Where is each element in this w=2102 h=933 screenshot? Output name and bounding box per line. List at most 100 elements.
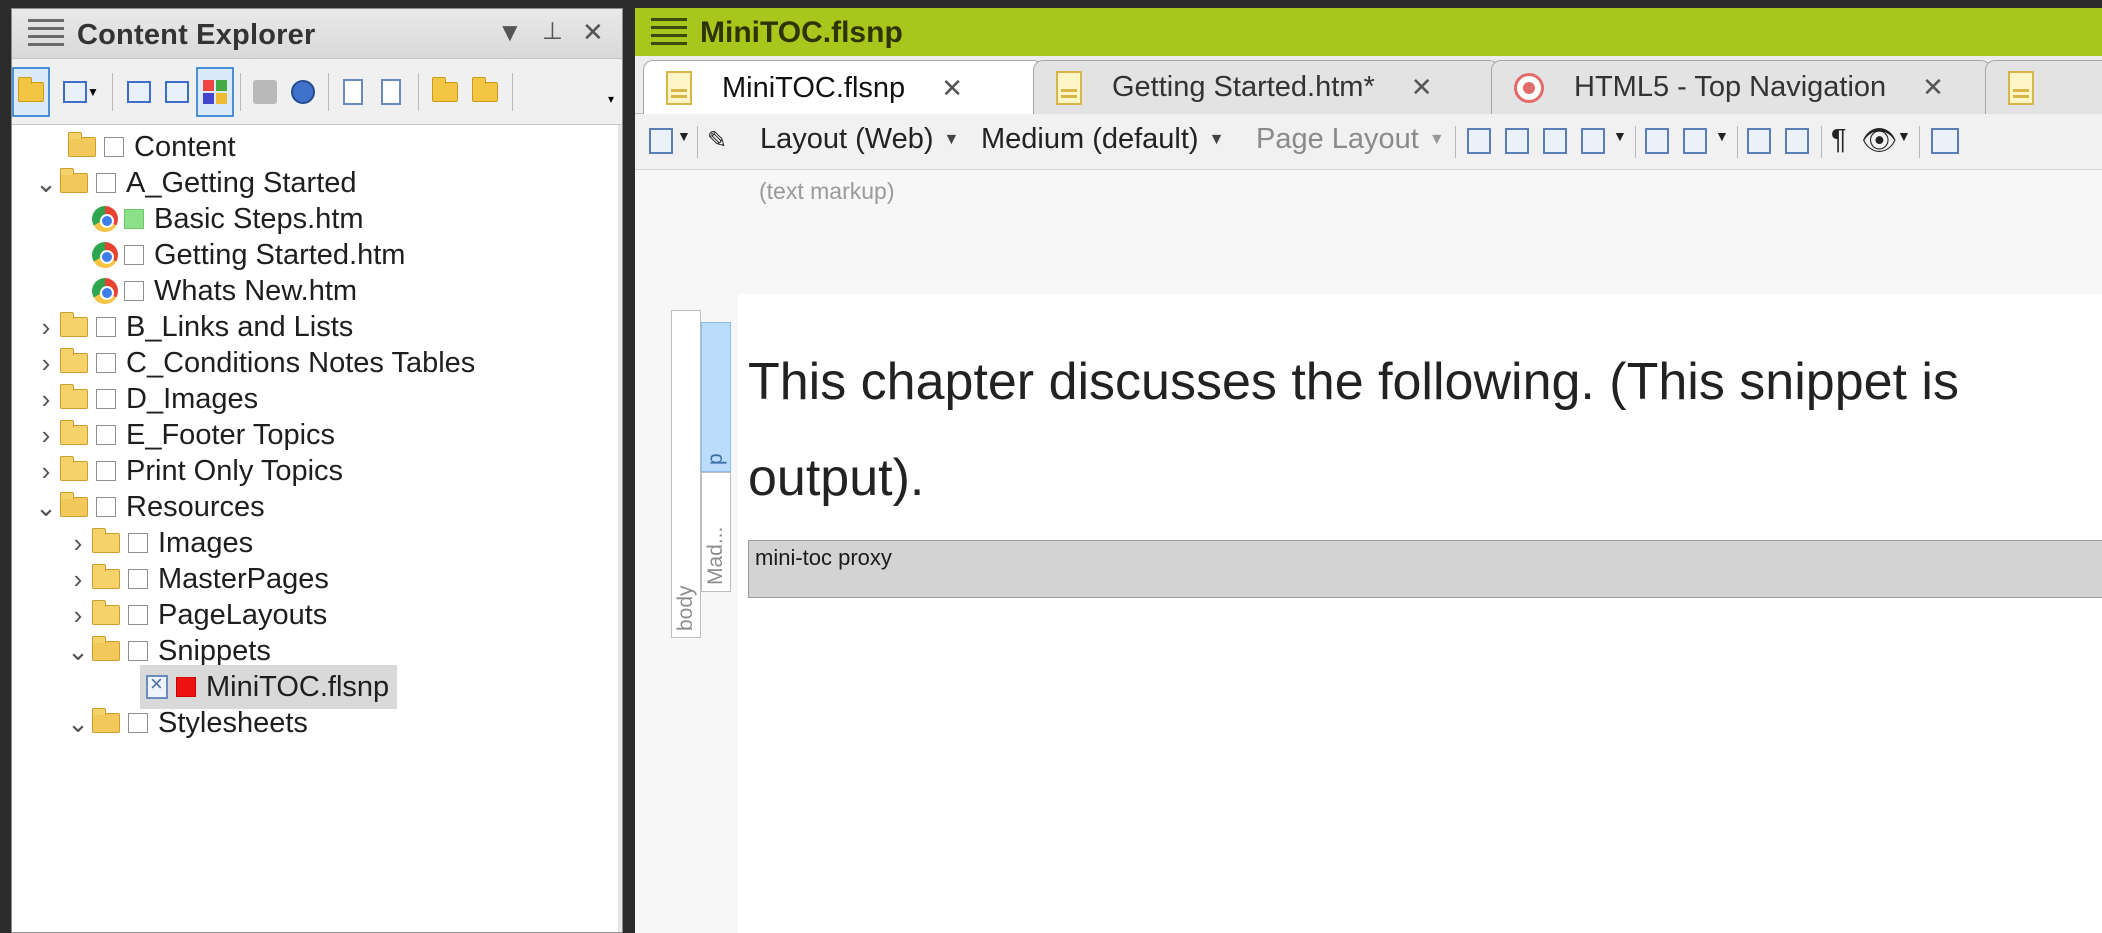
status-indicator — [124, 209, 144, 229]
close-icon[interactable]: ✕ — [1411, 72, 1433, 103]
eye-icon[interactable]: 👁 — [1861, 124, 1898, 158]
condition-icon[interactable] — [1785, 128, 1809, 154]
checkbox[interactable] — [96, 461, 116, 481]
document-panel: MiniTOC.flsnp MiniTOC.flsnp ✕ Getting St… — [635, 8, 2102, 933]
checkbox[interactable] — [128, 641, 148, 661]
tree-item-label: A_Getting Started — [126, 166, 357, 199]
chevron-right-icon[interactable]: › — [32, 312, 60, 343]
tiles-button[interactable] — [196, 67, 234, 117]
folder-icon — [60, 348, 88, 373]
checkbox[interactable] — [104, 137, 124, 157]
mini-toc-proxy[interactable]: mini-toc proxy — [748, 540, 2102, 598]
add-icon — [127, 81, 151, 103]
page-layout-label: Page Layout — [1256, 123, 1419, 155]
view-dropdown[interactable]: ▼ — [1897, 128, 1911, 144]
sync-button[interactable] — [284, 67, 322, 117]
paragraph[interactable]: This chapter discusses the following. (T… — [748, 334, 2102, 526]
checkbox[interactable] — [96, 497, 116, 517]
checkbox[interactable] — [96, 317, 116, 337]
medium-dropdown[interactable]: Medium (default) ▼ — [981, 123, 1224, 156]
checkbox[interactable] — [124, 245, 144, 265]
font-dropdown[interactable]: ▼ — [1715, 128, 1729, 144]
chevron-right-icon[interactable]: › — [64, 600, 92, 631]
checkbox[interactable] — [96, 173, 116, 193]
chevron-right-icon[interactable]: › — [32, 456, 60, 487]
tab-minitoc[interactable]: MiniTOC.flsnp ✕ — [643, 60, 1043, 115]
chrome-icon — [92, 242, 118, 268]
checkbox[interactable] — [96, 389, 116, 409]
zoom-icon[interactable] — [649, 128, 673, 154]
pin-icon[interactable]: ⊥ — [542, 17, 563, 46]
panel-dropdown-icon[interactable]: ▼ — [497, 17, 523, 48]
chevron-down-icon[interactable]: ⌄ — [32, 492, 60, 523]
copy-icon — [165, 81, 189, 103]
tree-item-label: Getting Started.htm — [154, 238, 406, 271]
image-icon[interactable] — [1543, 128, 1567, 154]
checkbox[interactable] — [96, 353, 116, 373]
new-folder-button[interactable] — [426, 67, 464, 117]
font-icon[interactable] — [1683, 128, 1707, 154]
chevron-right-icon[interactable]: › — [64, 528, 92, 559]
variable-icon[interactable] — [1747, 128, 1771, 154]
open-button[interactable] — [334, 67, 372, 117]
document-page[interactable]: This chapter discusses the following. (T… — [738, 294, 2102, 933]
editor-canvas[interactable]: (text markup) html body p Mad... This ch… — [635, 170, 2102, 933]
panel-grip-icon[interactable] — [28, 19, 64, 47]
text-icon[interactable] — [1645, 128, 1669, 154]
page-layout-dropdown[interactable]: Page Layout ▼ — [1256, 123, 1445, 156]
insert-icon[interactable] — [1467, 128, 1491, 154]
checkbox[interactable] — [124, 281, 144, 301]
text-markup-label: (text markup) — [759, 178, 895, 204]
edit-disabled-button[interactable] — [246, 67, 284, 117]
tree-item-stylesheets[interactable]: ⌄ Stylesheets — [64, 701, 308, 745]
folder-icon — [60, 456, 88, 481]
zoom-dropdown[interactable]: ▼ — [677, 128, 691, 144]
snippet-file-icon — [666, 71, 692, 105]
checkbox[interactable] — [128, 533, 148, 553]
preview-button[interactable] — [372, 67, 410, 117]
chevron-down-icon[interactable]: ⌄ — [32, 168, 60, 199]
tab-overflow[interactable] — [1985, 60, 2102, 114]
panel-grip-icon[interactable] — [651, 18, 687, 46]
chevron-down-icon[interactable]: ⌄ — [64, 708, 92, 739]
layout-dropdown[interactable]: Layout (Web) ▼ — [760, 123, 959, 156]
scrollbar[interactable] — [618, 125, 622, 932]
checkbox[interactable] — [128, 569, 148, 589]
tab-getting-started[interactable]: Getting Started.htm* ✕ — [1033, 60, 1499, 114]
toolbar-overflow-icon[interactable]: ▾ — [602, 89, 620, 109]
checkbox[interactable] — [96, 425, 116, 445]
chevron-right-icon[interactable]: › — [32, 420, 60, 451]
table-icon[interactable] — [1505, 128, 1529, 154]
view-options-dropdown[interactable]: ▼ — [84, 67, 102, 117]
close-icon[interactable]: ✕ — [941, 73, 963, 104]
copy-button[interactable] — [158, 67, 196, 117]
checkbox[interactable] — [128, 605, 148, 625]
tab-html5-top-navigation[interactable]: HTML5 - Top Navigation ✕ — [1491, 60, 1991, 114]
chevron-right-icon[interactable]: › — [32, 348, 60, 379]
checkbox[interactable] — [128, 713, 148, 733]
close-icon[interactable]: ✕ — [1922, 72, 1944, 103]
snippet-insert-icon[interactable] — [1581, 128, 1605, 154]
structure-bar-madcap[interactable]: Mad... — [701, 472, 731, 592]
chevron-down-icon[interactable]: ⌄ — [64, 636, 92, 667]
brush-icon[interactable]: ✎ — [707, 126, 727, 155]
chevron-right-icon[interactable]: › — [32, 384, 60, 415]
insert-dropdown[interactable]: ▼ — [1613, 128, 1627, 144]
paragraph-line: This chapter discusses the following. (T… — [748, 353, 1959, 411]
folder-open-icon — [92, 708, 120, 733]
new-item-button[interactable] — [120, 67, 158, 117]
structure-bar-p[interactable]: p — [701, 322, 731, 472]
close-icon[interactable]: ✕ — [582, 17, 604, 48]
snippet-icon — [146, 671, 168, 699]
import-button[interactable] — [466, 67, 504, 117]
structure-bar-icon[interactable] — [1931, 128, 1959, 154]
tab-label: Getting Started.htm* — [1112, 71, 1375, 103]
folder-view-button[interactable] — [12, 67, 50, 117]
pilcrow-icon[interactable]: ¶ — [1831, 124, 1847, 157]
folder-icon — [60, 384, 88, 409]
tab-label: MiniTOC.flsnp — [722, 71, 906, 104]
folder-open-icon — [92, 636, 120, 661]
structure-bar-body[interactable]: body — [671, 310, 701, 638]
chevron-right-icon[interactable]: › — [64, 564, 92, 595]
tab-label: HTML5 - Top Navigation — [1574, 71, 1887, 103]
